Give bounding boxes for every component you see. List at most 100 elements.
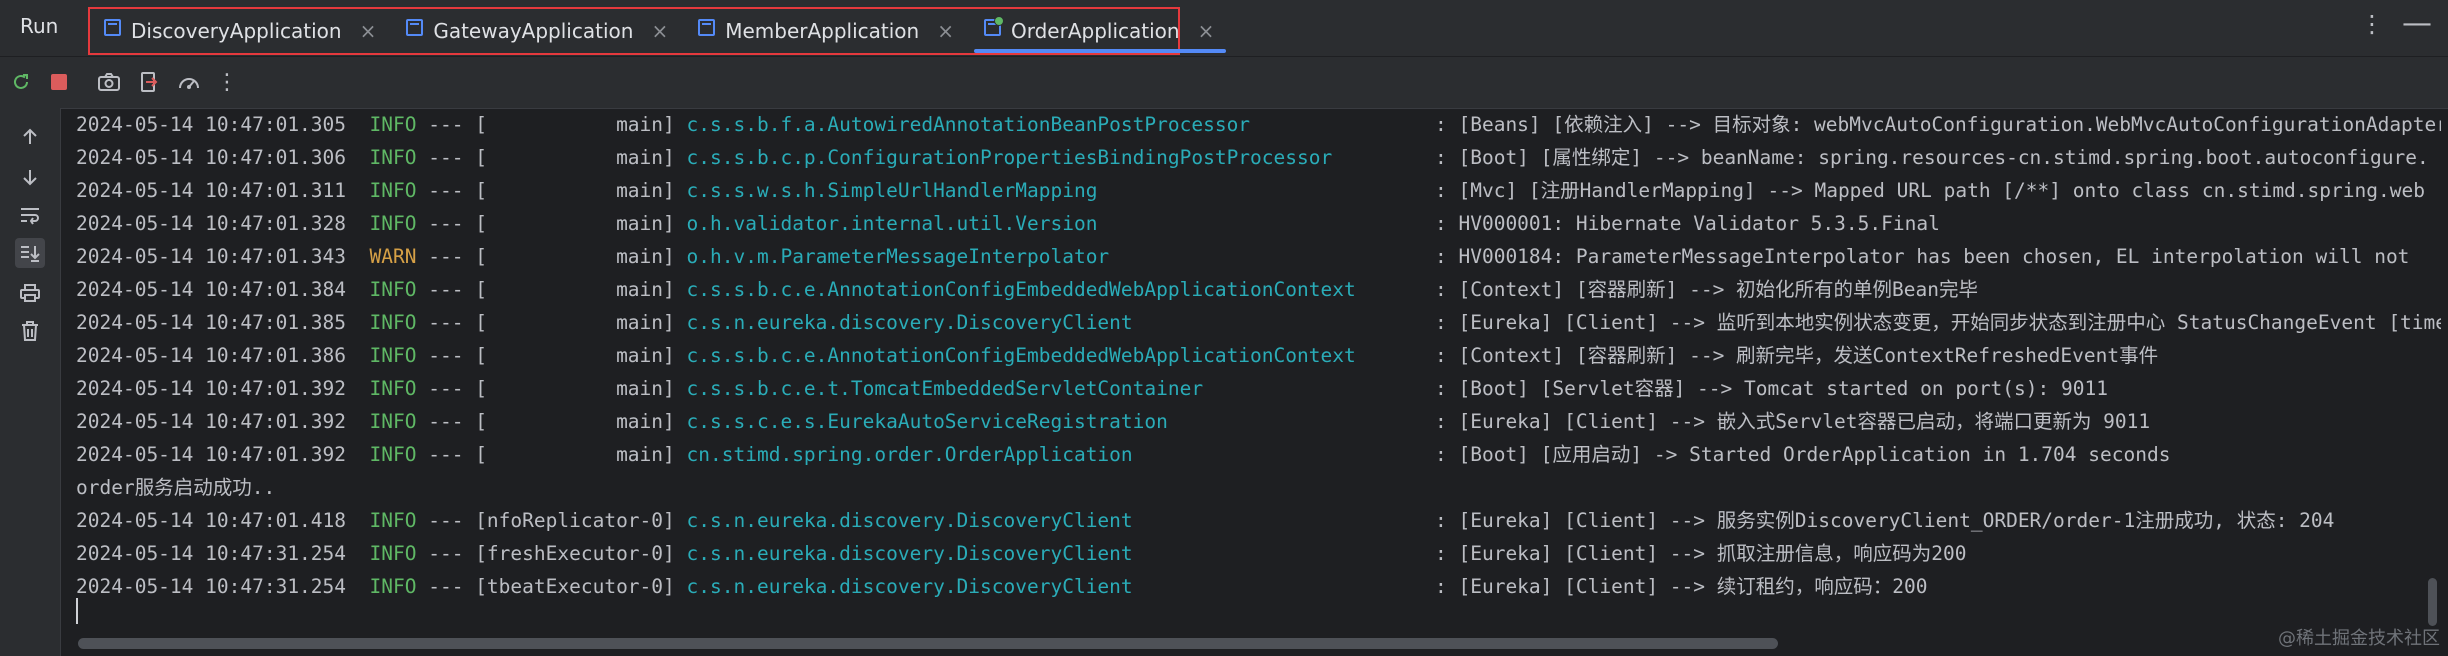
log-level: INFO <box>369 278 417 301</box>
arrow-up-icon[interactable] <box>15 122 45 152</box>
log-level: INFO <box>369 212 417 235</box>
log-logger[interactable]: o.h.v.m.ParameterMessageInterpolator <box>687 245 1110 268</box>
log-level: INFO <box>369 575 417 598</box>
exit-icon[interactable] <box>136 69 162 95</box>
log-logger[interactable]: c.s.s.b.c.e.AnnotationConfigEmbeddedWebA… <box>687 344 1356 367</box>
log-level: INFO <box>369 377 417 400</box>
log-timestamp: 2024-05-14 10:47:01.384 <box>76 278 347 301</box>
log-separator: --- <box>416 278 476 301</box>
log-line: 2024-05-14 10:47:31.254 INFO --- [freshE… <box>76 537 1133 570</box>
log-separator: --- <box>416 575 476 598</box>
running-indicator-icon <box>993 16 1004 26</box>
log-level: INFO <box>369 311 417 334</box>
stop-icon[interactable] <box>46 69 72 95</box>
tab-order-application[interactable]: OrderApplication × <box>970 9 1230 53</box>
trash-icon[interactable] <box>15 316 45 346</box>
log-timestamp: 2024-05-14 10:47:01.418 <box>76 509 347 532</box>
log-logger[interactable]: o.h.validator.internal.util.Version <box>687 212 1098 235</box>
log-logger[interactable]: c.s.s.c.e.s.EurekaAutoServiceRegistratio… <box>687 410 1168 433</box>
console-output[interactable]: 2024-05-14 10:47:01.305 INFO --- [ main]… <box>61 108 2441 642</box>
log-timestamp: 2024-05-14 10:47:01.343 <box>76 245 347 268</box>
close-icon[interactable]: × <box>651 19 668 43</box>
log-line: 2024-05-14 10:47:01.306 INFO --- [ main]… <box>76 141 1332 174</box>
log-message: : [Boot] [属性绑定] --> beanName: spring.res… <box>1435 146 2429 169</box>
run-toolbar: ⋮ <box>0 57 2448 109</box>
log-logger[interactable]: c.s.n.eureka.discovery.DiscoveryClient <box>687 311 1133 334</box>
log-logger[interactable]: c.s.s.b.c.p.ConfigurationPropertiesBindi… <box>687 146 1333 169</box>
log-level: INFO <box>369 443 417 466</box>
log-separator: --- <box>416 179 476 202</box>
log-thread: [ main] <box>475 377 675 400</box>
watermark: @稀土掘金技术社区 <box>2278 628 2440 649</box>
tab-member-application[interactable]: MemberApplication × <box>684 9 970 53</box>
more-options-icon[interactable]: ⋮ <box>2360 10 2384 38</box>
log-line: 2024-05-14 10:47:01.392 INFO --- [ main]… <box>76 438 1133 471</box>
log-level: WARN <box>369 245 417 268</box>
run-tool-window-header: Run DiscoveryApplication × GatewayApplic… <box>0 0 2448 57</box>
log-level: INFO <box>369 179 417 202</box>
camera-icon[interactable] <box>96 69 122 95</box>
soft-wrap-icon[interactable] <box>15 200 45 230</box>
log-level: INFO <box>369 344 417 367</box>
log-message: : [Eureka] [Client] --> 嵌入式Servlet容器已启动，… <box>1435 410 2151 433</box>
log-message: : [Context] [容器刷新] --> 初始化所有的单例Bean完毕 <box>1435 278 1979 301</box>
print-icon[interactable] <box>15 278 45 308</box>
log-thread: [ main] <box>475 443 675 466</box>
log-line-plain: order服务启动成功.. <box>76 471 275 504</box>
log-message: : [Context] [容器刷新] --> 刷新完毕，发送ContextRef… <box>1435 344 2159 367</box>
log-timestamp: 2024-05-14 10:47:01.392 <box>76 443 347 466</box>
log-separator: --- <box>416 344 476 367</box>
log-line: 2024-05-14 10:47:01.392 INFO --- [ main]… <box>76 372 1203 405</box>
log-separator: --- <box>416 311 476 334</box>
log-line: 2024-05-14 10:47:01.392 INFO --- [ main]… <box>76 405 1168 438</box>
close-icon[interactable]: × <box>937 19 954 43</box>
close-icon[interactable]: × <box>360 19 377 43</box>
log-timestamp: 2024-05-14 10:47:31.254 <box>76 575 347 598</box>
log-timestamp: 2024-05-14 10:47:01.386 <box>76 344 347 367</box>
log-thread: [tbeatExecutor-0] <box>475 575 675 598</box>
log-line: 2024-05-14 10:47:01.305 INFO --- [ main]… <box>76 108 1250 141</box>
more-icon[interactable]: ⋮ <box>214 69 240 95</box>
log-level: INFO <box>369 410 417 433</box>
application-icon <box>104 18 121 36</box>
log-message: : HV000184: ParameterMessageInterpolator… <box>1435 245 2410 268</box>
log-line: 2024-05-14 10:47:01.384 INFO --- [ main]… <box>76 273 1356 306</box>
log-message: : [Eureka] [Client] --> 抓取注册信息，响应码为200 <box>1435 542 1967 565</box>
log-message: : HV000001: Hibernate Validator 5.3.5.Fi… <box>1435 212 1940 235</box>
close-icon[interactable]: × <box>1198 19 1215 43</box>
text-cursor <box>76 598 78 624</box>
log-logger[interactable]: c.s.s.b.c.e.t.TomcatEmbeddedServletConta… <box>687 377 1204 400</box>
log-logger[interactable]: cn.stimd.spring.order.OrderApplication <box>687 443 1133 466</box>
minimize-icon[interactable]: — <box>2402 6 2432 41</box>
vertical-scrollbar[interactable] <box>2428 578 2437 626</box>
log-thread: [ main] <box>475 113 675 136</box>
log-separator: --- <box>416 146 476 169</box>
log-logger[interactable]: c.s.n.eureka.discovery.DiscoveryClient <box>687 542 1133 565</box>
log-thread: [freshExecutor-0] <box>475 542 675 565</box>
log-level: INFO <box>369 113 417 136</box>
log-logger[interactable]: c.s.s.b.c.e.AnnotationConfigEmbeddedWebA… <box>687 278 1356 301</box>
log-logger[interactable]: c.s.n.eureka.discovery.DiscoveryClient <box>687 509 1133 532</box>
tab-gateway-application[interactable]: GatewayApplication × <box>392 9 684 53</box>
log-message: : [Boot] [Servlet容器] --> Tomcat started … <box>1435 377 2108 400</box>
log-thread: [ main] <box>475 179 675 202</box>
log-thread: [nfoReplicator-0] <box>475 509 675 532</box>
log-line: 2024-05-14 10:47:31.254 INFO --- [tbeatE… <box>76 570 1133 603</box>
arrow-down-icon[interactable] <box>15 162 45 192</box>
log-logger[interactable]: c.s.s.w.s.h.SimpleUrlHandlerMapping <box>687 179 1098 202</box>
log-logger[interactable]: c.s.s.b.f.a.AutowiredAnnotationBeanPostP… <box>687 113 1251 136</box>
rerun-icon[interactable] <box>8 69 34 95</box>
scroll-to-end-icon[interactable] <box>15 238 45 268</box>
log-timestamp: 2024-05-14 10:47:01.328 <box>76 212 347 235</box>
tab-discovery-application[interactable]: DiscoveryApplication × <box>90 9 392 53</box>
log-message: : [Eureka] [Client] --> 监听到本地实例状态变更，开始同步… <box>1435 311 2441 334</box>
log-logger[interactable]: c.s.n.eureka.discovery.DiscoveryClient <box>687 575 1133 598</box>
speedometer-icon[interactable] <box>176 69 202 95</box>
log-timestamp: 2024-05-14 10:47:01.392 <box>76 410 347 433</box>
tab-label: GatewayApplication <box>433 19 634 43</box>
console-side-toolbar <box>0 108 61 656</box>
horizontal-scrollbar[interactable] <box>78 638 1778 649</box>
tab-label: MemberApplication <box>725 19 920 43</box>
log-separator: --- <box>416 245 476 268</box>
log-separator: --- <box>416 542 476 565</box>
